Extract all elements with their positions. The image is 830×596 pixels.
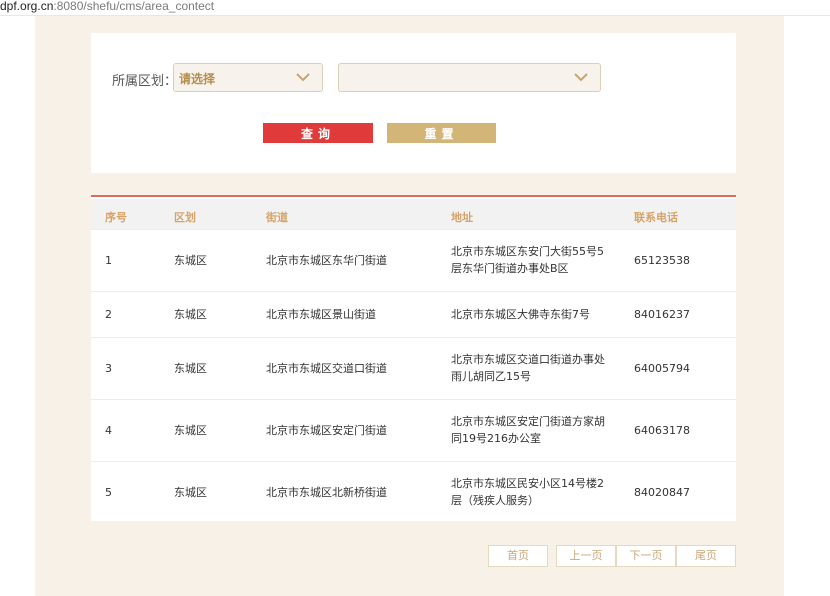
row-no: 3 <box>105 362 112 375</box>
row-no: 5 <box>105 486 112 499</box>
row-phone: 65123538 <box>634 254 690 267</box>
prev-page-button[interactable]: 上一页 <box>556 545 616 567</box>
row-district: 东城区 <box>174 308 207 321</box>
header-phone: 联系电话 <box>634 211 678 224</box>
header-no: 序号 <box>105 211 127 224</box>
row-address-line2: 层（残疾人服务） <box>451 494 539 507</box>
table-row: 2 东城区 北京市东城区景山街道 北京市东城区大佛寺东街7号 84016237 <box>91 291 736 337</box>
table-row: 3 东城区 北京市东城区交道口街道 北京市东城区交道口街道办事处 雨儿胡同乙15… <box>91 337 736 399</box>
row-phone: 84020847 <box>634 486 690 499</box>
row-district: 东城区 <box>174 486 207 499</box>
browser-address-bar[interactable]: dpf.org.cn:8080/shefu/cms/area_contect <box>0 0 830 16</box>
row-address-line1: 北京市东城区东安门大街55号5 <box>451 245 604 258</box>
street-select[interactable] <box>338 63 601 92</box>
next-page-button[interactable]: 下一页 <box>616 545 676 567</box>
row-street: 北京市东城区景山街道 <box>266 308 376 321</box>
chevron-down-icon <box>296 73 310 82</box>
page-left-margin <box>0 16 35 596</box>
results-table: 序号 区划 街道 地址 联系电话 1 东城区 北京市东城区东华门街道 北京市东城… <box>91 195 736 521</box>
reset-button[interactable]: 重置 <box>387 123 496 143</box>
row-street: 北京市东城区安定门街道 <box>266 424 387 437</box>
row-district: 东城区 <box>174 424 207 437</box>
filter-panel <box>91 33 736 173</box>
row-district: 东城区 <box>174 254 207 267</box>
row-street: 北京市东城区东华门街道 <box>266 254 387 267</box>
header-district: 区划 <box>174 211 196 224</box>
row-no: 4 <box>105 424 112 437</box>
url-path: :8080/shefu/cms/area_contect <box>53 0 215 13</box>
row-address-line1: 北京市东城区大佛寺东街7号 <box>451 308 590 321</box>
table-row: 4 东城区 北京市东城区安定门街道 北京市东城区安定门街道方家胡 同19号216… <box>91 399 736 461</box>
page-right-margin <box>784 16 830 596</box>
last-page-button[interactable]: 尾页 <box>676 545 736 567</box>
row-address-line1: 北京市东城区交道口街道办事处 <box>451 353 605 366</box>
row-no: 1 <box>105 254 112 267</box>
header-address: 地址 <box>451 211 473 224</box>
row-phone: 64063178 <box>634 424 690 437</box>
chevron-down-icon <box>574 73 588 82</box>
row-phone: 84016237 <box>634 308 690 321</box>
table-row: 1 东城区 北京市东城区东华门街道 北京市东城区东安门大街55号5 层东华门街道… <box>91 229 736 291</box>
row-street: 北京市东城区交道口街道 <box>266 362 387 375</box>
header-street: 街道 <box>266 211 288 224</box>
first-page-button[interactable]: 首页 <box>488 545 548 567</box>
row-address-line1: 北京市东城区民安小区14号楼2 <box>451 477 604 490</box>
row-address-line1: 北京市东城区安定门街道方家胡 <box>451 415 605 428</box>
district-select-value: 请选择 <box>179 72 216 86</box>
row-address-line2: 雨儿胡同乙15号 <box>451 370 531 383</box>
query-button[interactable]: 查询 <box>263 123 373 143</box>
district-select[interactable]: 请选择 <box>173 63 323 92</box>
row-no: 2 <box>105 308 112 321</box>
table-row: 5 东城区 北京市东城区北新桥街道 北京市东城区民安小区14号楼2 层（残疾人服… <box>91 461 736 523</box>
row-street: 北京市东城区北新桥街道 <box>266 486 387 499</box>
row-district: 东城区 <box>174 362 207 375</box>
row-address-line2: 层东华门街道办事处B区 <box>451 262 569 275</box>
row-address-line2: 同19号216办公室 <box>451 432 541 445</box>
region-label: 所属区划： <box>112 74 178 89</box>
table-header: 序号 区划 街道 地址 联系电话 <box>91 199 736 229</box>
url-host: dpf.org.cn <box>0 0 54 13</box>
row-phone: 64005794 <box>634 362 690 375</box>
